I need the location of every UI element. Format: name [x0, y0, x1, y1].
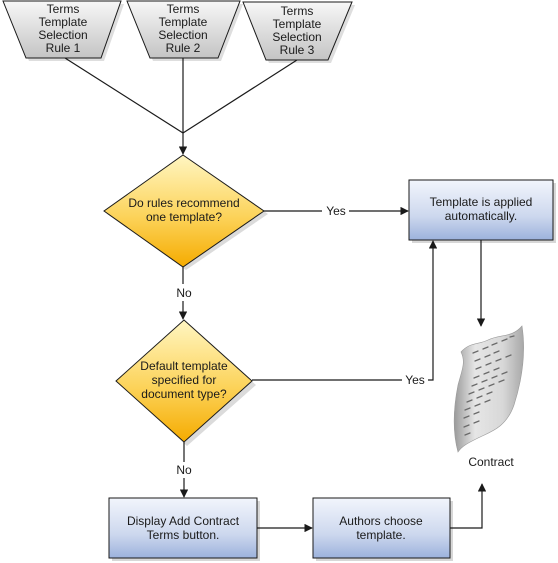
display-box-line-1: Display Add Contract — [127, 514, 240, 528]
decision-2-line-3: document type? — [141, 387, 227, 401]
rule-1-line-3: Selection — [38, 28, 87, 42]
rule-3-line-4: Rule 3 — [280, 43, 315, 57]
connector-rule-3 — [182, 59, 298, 134]
edge-authors-to-contract — [450, 483, 487, 529]
rule-3-line-2: Template — [273, 17, 322, 31]
rule-3-line-1: Terms — [281, 4, 314, 18]
rule-2-line-3: Selection — [158, 28, 207, 42]
decision-2-line-2: specified for — [152, 373, 217, 387]
edge-label-no-1: No — [176, 286, 192, 300]
contract-document-icon — [453, 325, 524, 453]
decision-1-line-1: Do rules recommend — [128, 196, 239, 210]
edge-label-yes-2: Yes — [405, 373, 425, 387]
edge-label-no-2: No — [176, 463, 192, 477]
decision-2-line-1: Default template — [140, 359, 228, 373]
contract-label: Contract — [468, 455, 514, 469]
rule-1-line-2: Template — [39, 15, 88, 29]
auto-box-line-2: automatically. — [445, 209, 517, 223]
authors-box-line-2: template. — [356, 528, 405, 542]
flowchart: Terms Template Selection Rule 1 Terms Te… — [2, 0, 556, 561]
rule-1-line-4: Rule 1 — [46, 41, 81, 55]
display-box-line-2: Terms button. — [147, 528, 220, 542]
auto-box-line-1: Template is applied — [430, 195, 533, 209]
rule-2-line-2: Template — [159, 15, 208, 29]
authors-box-line-1: Authors choose — [339, 514, 423, 528]
rule-2-line-4: Rule 2 — [166, 41, 201, 55]
rule-1-line-1: Terms — [47, 2, 80, 16]
edge-yes-2-b — [428, 240, 438, 381]
rule-3-line-3: Selection — [272, 30, 321, 44]
edge-label-yes-1: Yes — [326, 204, 346, 218]
decision-1-line-2: one template? — [146, 210, 222, 224]
rule-2-line-1: Terms — [167, 2, 200, 16]
connector-rule-1 — [64, 57, 184, 134]
